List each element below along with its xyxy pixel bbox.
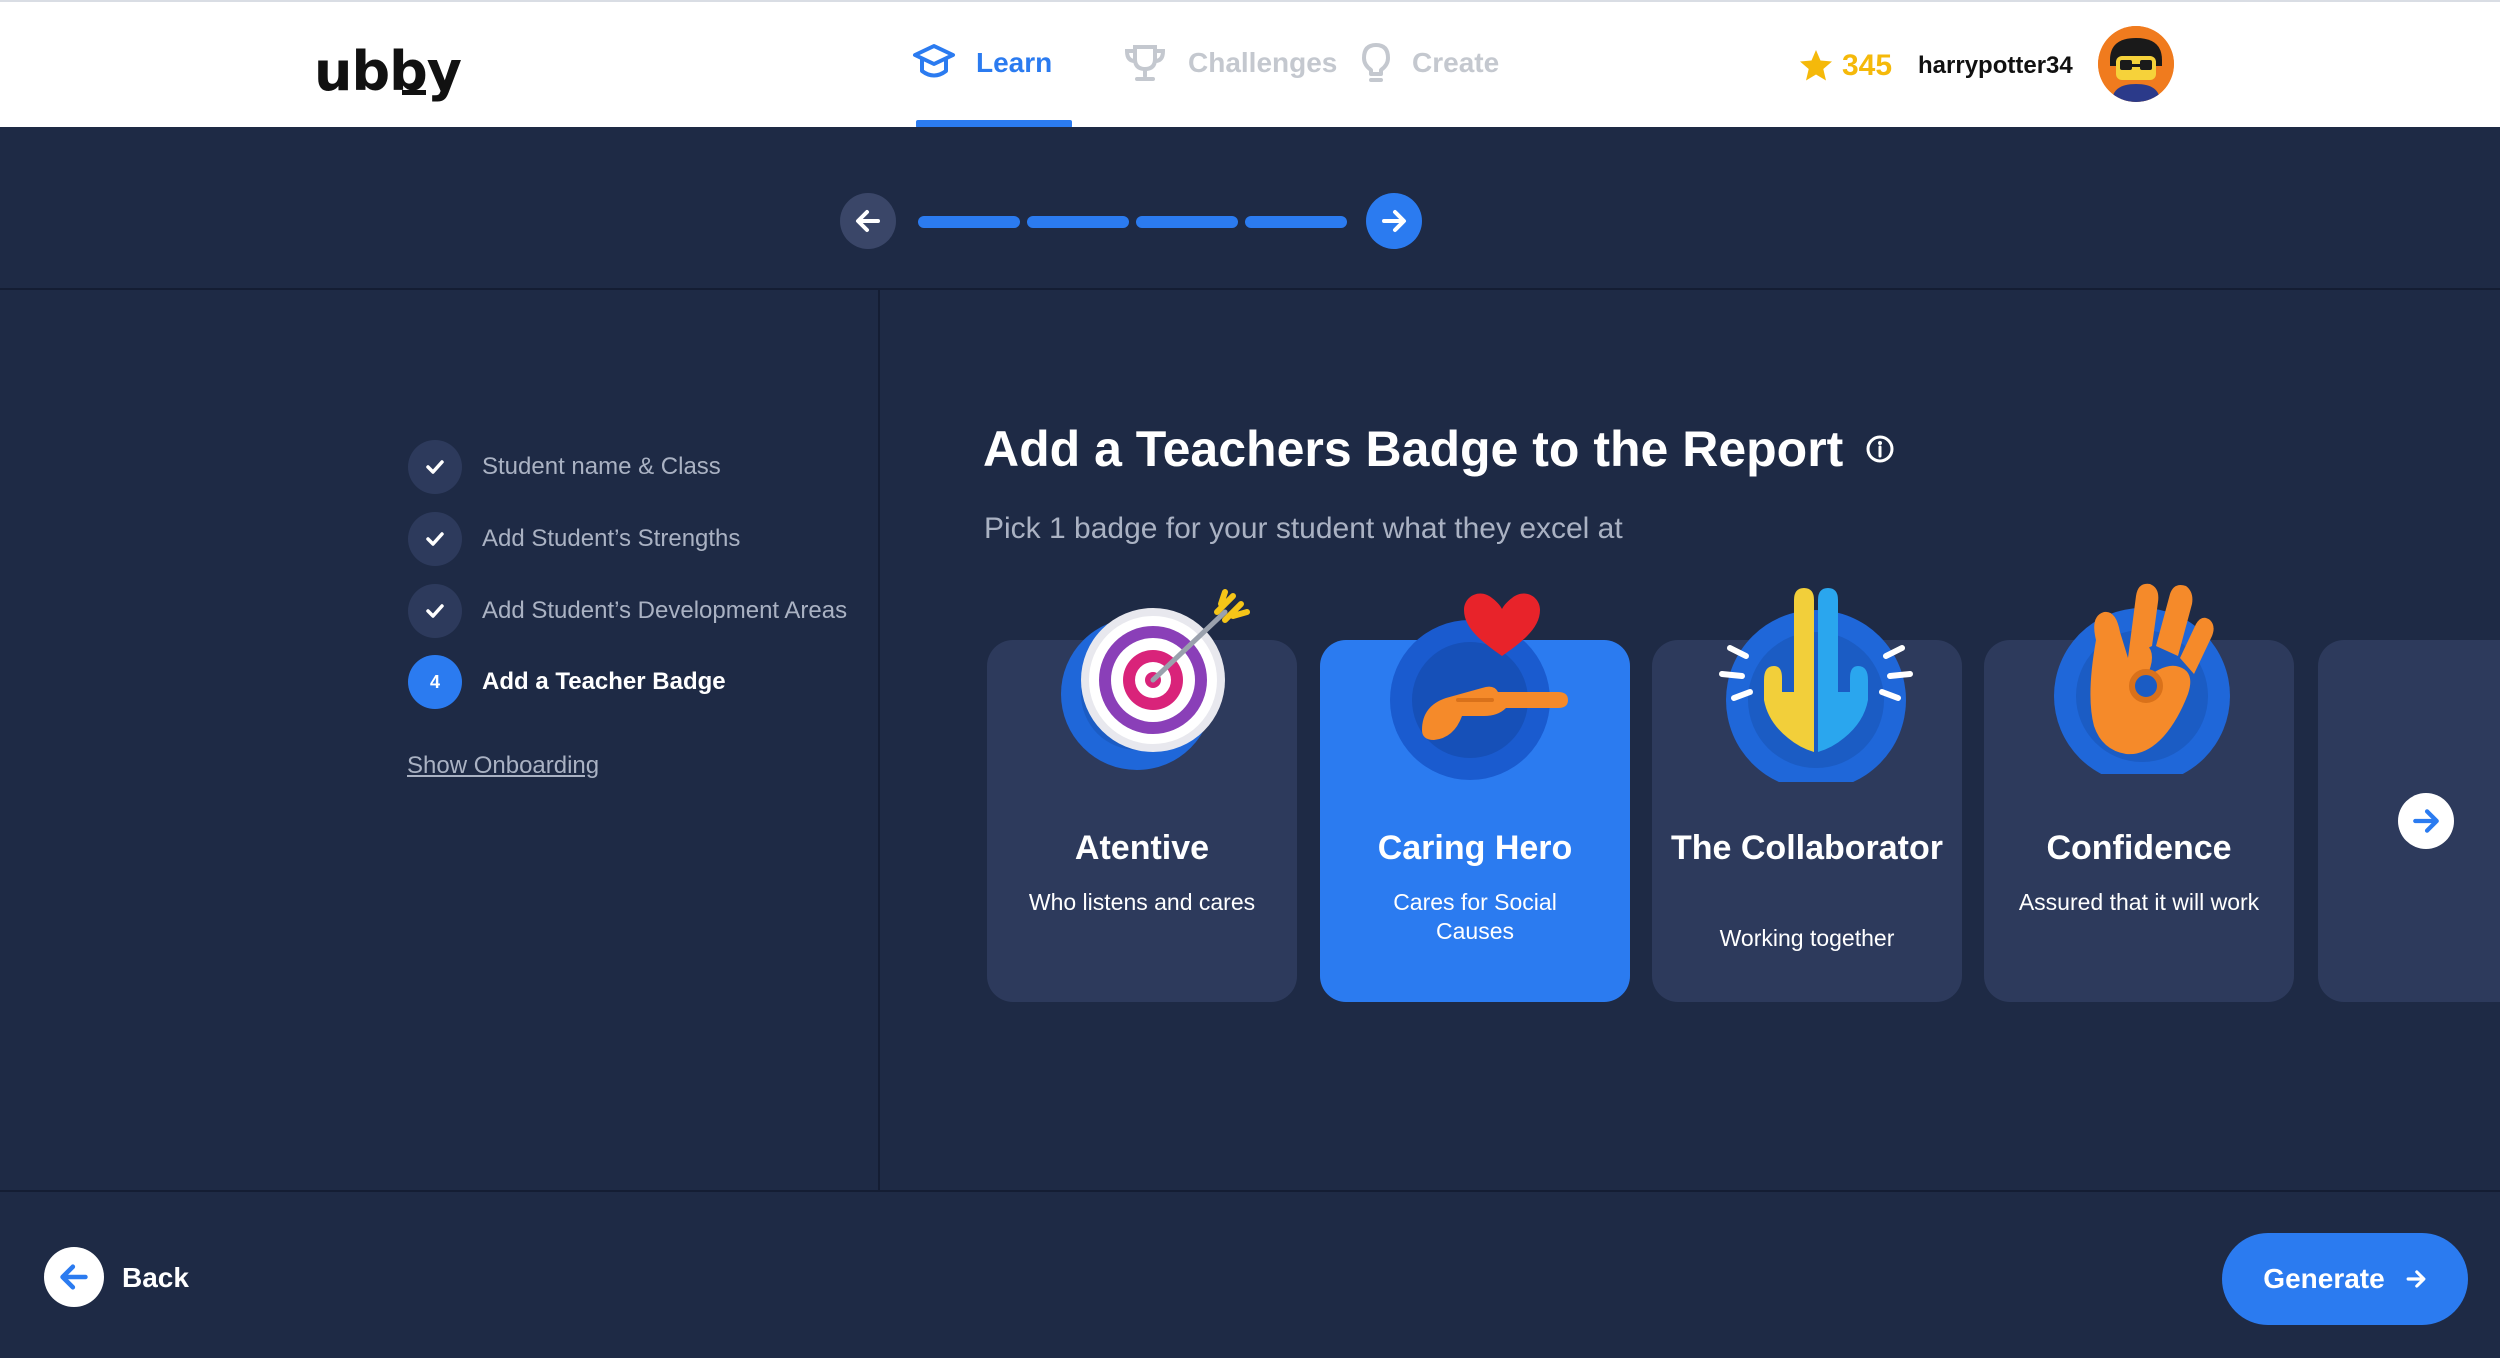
step-label: Student name & Class	[482, 453, 721, 480]
generate-button[interactable]: Generate	[2222, 1233, 2468, 1325]
progress-segment	[918, 216, 1020, 228]
progress-band	[0, 127, 2500, 290]
progress-segment	[1136, 216, 1238, 228]
star-icon	[1800, 50, 1832, 81]
step-item-student-name[interactable]: Student name & Class	[408, 440, 721, 494]
page-subtitle: Pick 1 badge for your student what they …	[984, 512, 1623, 545]
badge-description: Who listens and cares	[1028, 889, 1256, 915]
badge-title: Confidence	[2046, 829, 2232, 867]
lightbulb-icon	[1362, 43, 1390, 82]
points-value: 345	[1842, 49, 1893, 82]
step-done-badge	[408, 584, 462, 638]
nav-tab-learn[interactable]: Learn	[912, 38, 1052, 88]
step-label: Add Student’s Development Areas	[482, 597, 848, 624]
trophy-icon	[1124, 45, 1166, 81]
heart-hand-icon	[1390, 593, 1568, 780]
scroll-badges-right-button[interactable]	[2398, 793, 2454, 849]
arrow-right-icon	[2406, 1270, 2426, 1288]
badge-description: Cares for Social Causes	[1393, 889, 1557, 944]
arrow-left-icon	[856, 210, 880, 232]
step-item-strengths[interactable]: Add Student’s Strengths	[408, 512, 740, 566]
badge-description: Working together	[1719, 925, 1895, 951]
points-counter: 345	[1798, 48, 1892, 84]
previous-step-button[interactable]	[840, 193, 896, 249]
badge-description: Assured that it will work	[2018, 889, 2260, 915]
back-button-label[interactable]: Back	[122, 1262, 189, 1294]
generate-button-label: Generate	[2263, 1263, 2385, 1294]
step-label: Add a Teacher Badge	[482, 668, 726, 695]
footer-bar	[0, 1190, 2500, 1358]
badge-card-atentive[interactable]: Atentive Who listens and cares	[987, 589, 1297, 1002]
nav-tab-learn-label: Learn	[976, 47, 1053, 78]
panel-divider	[878, 290, 880, 1190]
top-header: ubby Learn Challenges Create 345 harrypo…	[0, 0, 2500, 128]
nav-tab-challenges-label: Challenges	[1188, 47, 1338, 78]
badge-title: Caring Hero	[1377, 829, 1573, 867]
arrow-right-icon	[2413, 809, 2439, 833]
arrow-left-icon	[60, 1264, 88, 1290]
arrow-right-icon	[1382, 210, 1406, 232]
nav-tab-create[interactable]: Create	[1360, 38, 1499, 88]
progress-segment	[1245, 216, 1347, 228]
page-title: Add a Teachers Badge to the Report	[983, 420, 1895, 478]
ok-hand-icon	[2054, 583, 2230, 774]
checkmark-icon	[426, 604, 444, 618]
step-done-badge	[408, 440, 462, 494]
logo-underline	[402, 90, 426, 95]
show-onboarding-link[interactable]: Show Onboarding	[407, 752, 599, 780]
step-label: Add Student’s Strengths	[482, 525, 741, 552]
ubby-logo[interactable]: ubby	[314, 40, 462, 103]
badge-card-confidence[interactable]: Confidence Assured that it will work	[1984, 583, 2294, 1002]
badge-title: Atentive	[1074, 829, 1210, 867]
step-item-development-areas[interactable]: Add Student’s Development Areas	[408, 584, 847, 638]
nav-tab-create-label: Create	[1412, 47, 1500, 78]
next-step-button[interactable]	[1366, 193, 1422, 249]
step-done-badge	[408, 512, 462, 566]
badge-title: The Collaborator	[1670, 829, 1944, 867]
checkmark-icon	[426, 460, 444, 474]
page-title-text: Add a Teachers Badge to the Report	[983, 421, 1844, 477]
graduation-cap-icon	[913, 44, 955, 78]
nav-tab-challenges[interactable]: Challenges	[1122, 38, 1337, 88]
step-item-teacher-badge[interactable]: 4 Add a Teacher Badge	[408, 655, 726, 709]
info-icon[interactable]	[1865, 434, 1895, 464]
checkmark-icon	[426, 532, 444, 546]
back-button[interactable]	[44, 1247, 104, 1307]
avatar[interactable]	[2098, 26, 2174, 102]
badge-card-caring-hero[interactable]: Caring Hero Cares for Social Causes	[1320, 593, 1630, 1002]
badge-card-the-collaborator[interactable]: The Collaborator Working together	[1652, 588, 1962, 1002]
target-icon	[1061, 589, 1250, 770]
two-hands-icon	[1719, 588, 1913, 782]
avatar-character-icon	[2098, 26, 2174, 102]
step-number-badge: 4	[408, 655, 462, 709]
progress-segment	[1027, 216, 1129, 228]
username[interactable]: harrypotter34	[1918, 52, 2073, 80]
